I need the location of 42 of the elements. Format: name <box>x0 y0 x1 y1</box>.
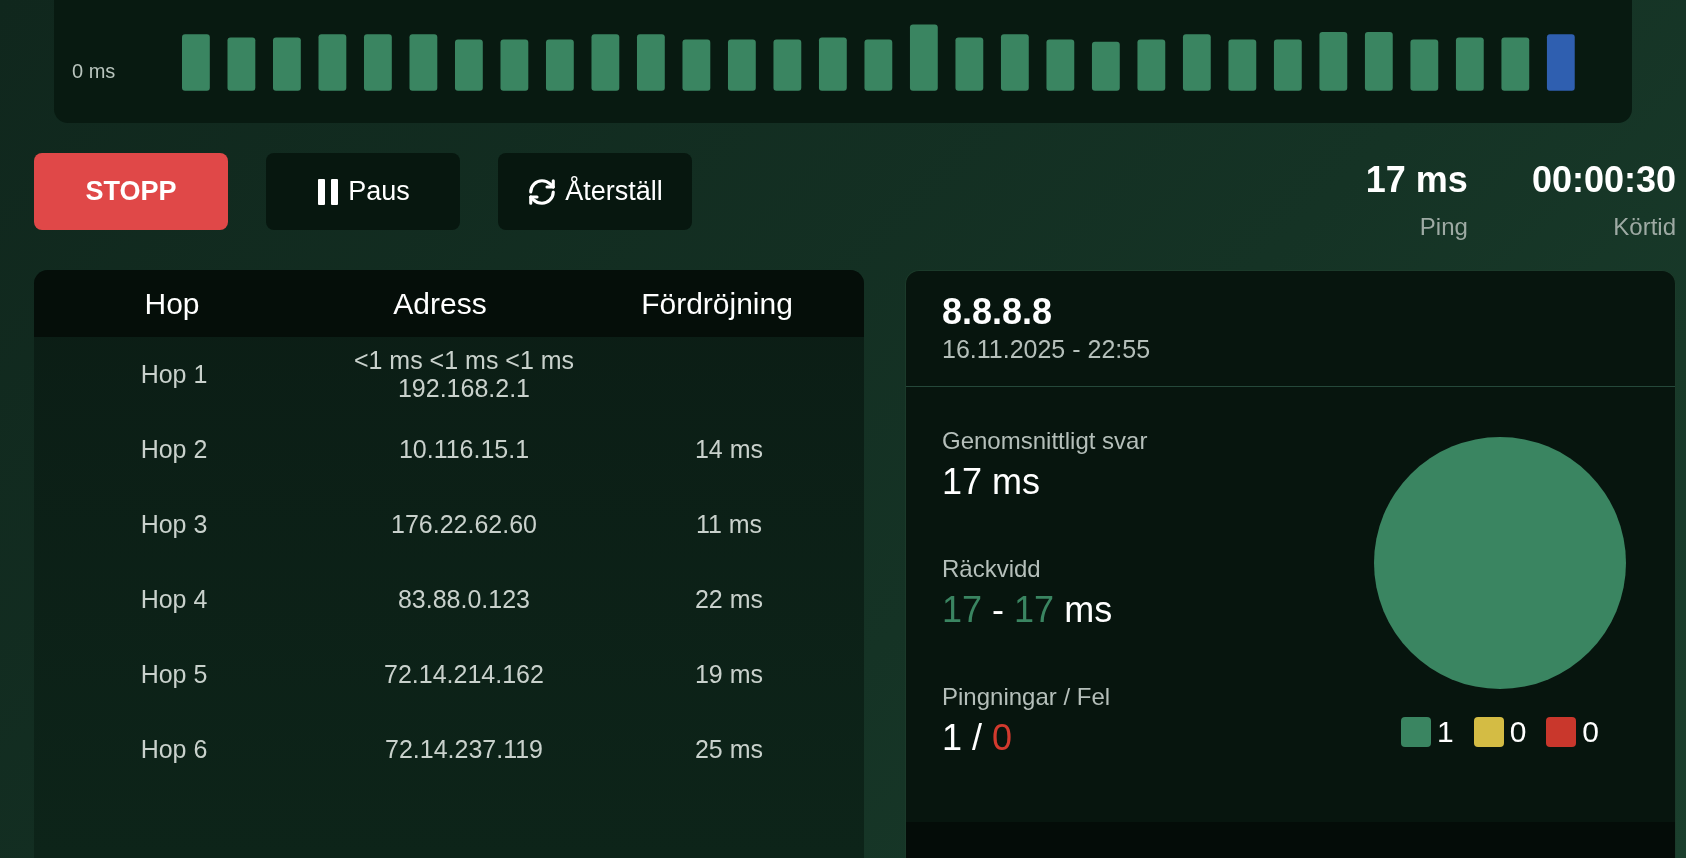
metric-label: Genomsnittligt svar <box>942 427 1149 455</box>
address-cell: 10.116.15.1 <box>398 435 530 464</box>
stat-value: 17 ms <box>1365 159 1468 201</box>
legend-count: 0 <box>1509 715 1527 749</box>
delay-cell-text: 22 ms <box>693 585 765 614</box>
pause-button[interactable]: Paus <box>266 153 460 230</box>
column-header: Fördröjning <box>640 286 794 321</box>
address-cell: 192.168.2.1 <box>397 374 531 402</box>
average-value: 17 ms <box>942 461 1042 503</box>
stop-button[interactable]: STOPP <box>34 153 228 230</box>
address-cell: 176.22.62.60 <box>391 510 537 539</box>
stat-label: Körtid <box>1613 213 1676 241</box>
metric-label: Räckvidd <box>942 555 1042 583</box>
address-cell: 83.88.0.123 <box>397 585 531 614</box>
range-value: 17 - 17 ms <box>942 589 1114 631</box>
reset-button[interactable]: Återställ <box>498 153 692 230</box>
column-header: Hop <box>143 286 201 321</box>
delay-cell-text: 25 ms <box>693 735 765 764</box>
refresh-icon <box>527 176 558 207</box>
hop-cell-text: Hop 1 <box>139 360 209 389</box>
address-cell: 72.14.237.119 <box>385 735 543 764</box>
delay-cell-text: 11 ms <box>694 510 764 539</box>
timestamp: 16.11.2025 - 22:55 <box>942 335 1152 364</box>
address-cell: 72.14.214.162 <box>384 660 544 689</box>
delay-cell-text: 19 ms <box>693 660 765 689</box>
column-header: Adress <box>392 286 488 321</box>
pings-value: 1 / 0 <box>942 717 1014 759</box>
hop-cell-text: Hop 6 <box>139 735 209 764</box>
legend-count: 1 <box>1436 715 1454 749</box>
pause-icon <box>316 177 341 206</box>
stat-value: 00:00:30 <box>1531 159 1676 201</box>
stat-label: Ping <box>1419 213 1468 241</box>
hop-cell-text: Hop 3 <box>139 510 209 539</box>
delay-cell-text: 14 ms <box>693 435 765 464</box>
hop-cell-text: Hop 4 <box>139 585 209 614</box>
host-title: 8.8.8.8 <box>942 291 1054 333</box>
latency-cell: <1 ms <1 ms <1 ms <box>353 347 575 375</box>
legend-count: 0 <box>1582 715 1600 749</box>
axis-label: 0 ms <box>72 60 117 83</box>
metric-label: Pingningar / Fel <box>942 683 1112 711</box>
hop-cell-text: Hop 2 <box>139 435 209 464</box>
hop-cell-text: Hop 5 <box>139 660 209 689</box>
